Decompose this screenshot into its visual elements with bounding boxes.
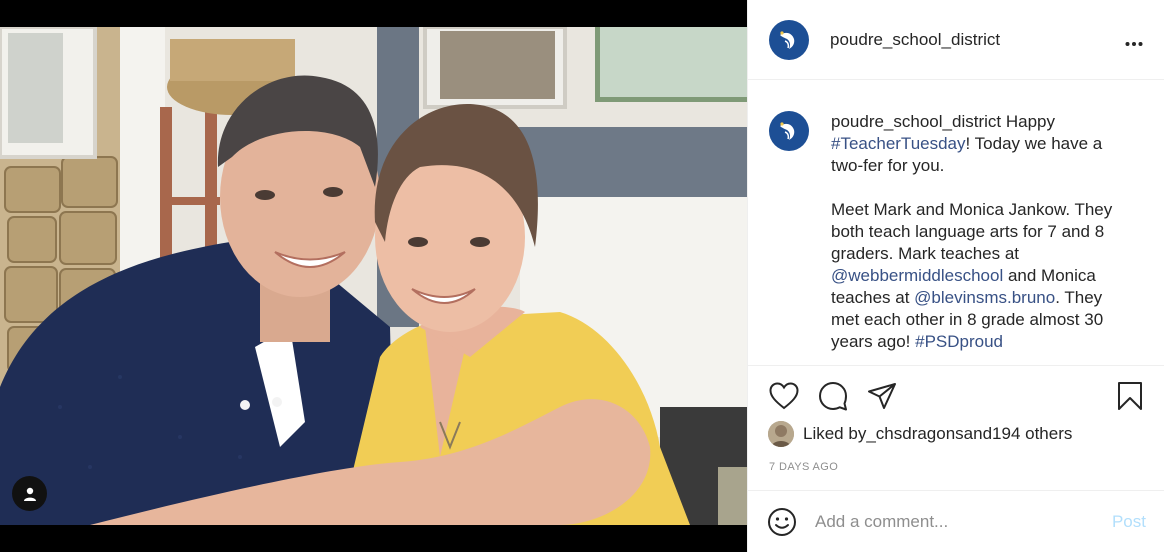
share-icon <box>868 383 896 409</box>
caption-area: poudre_school_district Happy #TeacherTue… <box>748 80 1164 365</box>
likes-prefix: Liked by <box>803 424 867 443</box>
hashtag-link[interactable]: #PSDproud <box>915 332 1003 351</box>
liker-avatar[interactable] <box>768 421 794 447</box>
author-avatar[interactable] <box>769 19 809 60</box>
photo-illustration <box>0 27 747 525</box>
post-photo[interactable] <box>0 27 747 525</box>
action-bar <box>748 365 1164 425</box>
emoji-icon <box>768 507 796 536</box>
mention-link[interactable]: @webbermiddleschool <box>831 266 1003 285</box>
post-header: poudre_school_district <box>748 0 1164 80</box>
caption-username[interactable]: poudre_school_district <box>831 112 1001 131</box>
heart-icon <box>769 382 799 410</box>
more-options-button[interactable] <box>1125 29 1143 51</box>
post-details: poudre_school_district poudre_school_dis… <box>747 0 1164 552</box>
caption-author-avatar[interactable] <box>769 111 809 151</box>
liker-username[interactable]: _chsdragons <box>866 424 963 444</box>
post-caption: poudre_school_district Happy #TeacherTue… <box>831 111 1131 365</box>
likes-middle: and <box>963 424 993 443</box>
caption-text: Meet Mark and Monica Jankow. They both t… <box>831 200 1113 263</box>
liker-avatar-image <box>768 421 794 447</box>
user-tag-button[interactable] <box>12 476 47 511</box>
more-icon <box>1125 41 1143 46</box>
comment-input[interactable] <box>815 511 1104 532</box>
district-logo-icon <box>780 122 795 140</box>
district-logo-icon <box>780 30 795 49</box>
caption-text: Happy <box>1001 112 1055 131</box>
comment-icon <box>819 382 847 411</box>
bookmark-icon <box>1118 382 1142 410</box>
share-button[interactable] <box>864 378 900 414</box>
likes-count-link[interactable]: 194 others <box>992 424 1072 444</box>
caption-paragraph-2: Meet Mark and Monica Jankow. They both t… <box>831 199 1131 353</box>
user-tag-icon <box>23 487 36 501</box>
comment-button[interactable] <box>815 378 851 414</box>
likes-row: Liked by _chsdragons and 194 others <box>768 420 1154 448</box>
post-comment-button[interactable]: Post <box>1112 512 1146 532</box>
hashtag-link[interactable]: #TeacherTuesday <box>831 134 966 153</box>
author-username[interactable]: poudre_school_district <box>830 30 1000 50</box>
save-button[interactable] <box>1112 378 1148 414</box>
comment-bar: Post <box>748 490 1164 552</box>
photo-pane <box>0 0 747 552</box>
emoji-button[interactable] <box>766 506 798 538</box>
mention-link[interactable]: @blevinsms.bruno <box>914 288 1055 307</box>
like-button[interactable] <box>766 378 802 414</box>
caption-paragraph-1: poudre_school_district Happy #TeacherTue… <box>831 111 1131 177</box>
instagram-post-modal: poudre_school_district poudre_school_dis… <box>0 0 1164 552</box>
post-timestamp[interactable]: 7 DAYS AGO <box>769 461 838 473</box>
